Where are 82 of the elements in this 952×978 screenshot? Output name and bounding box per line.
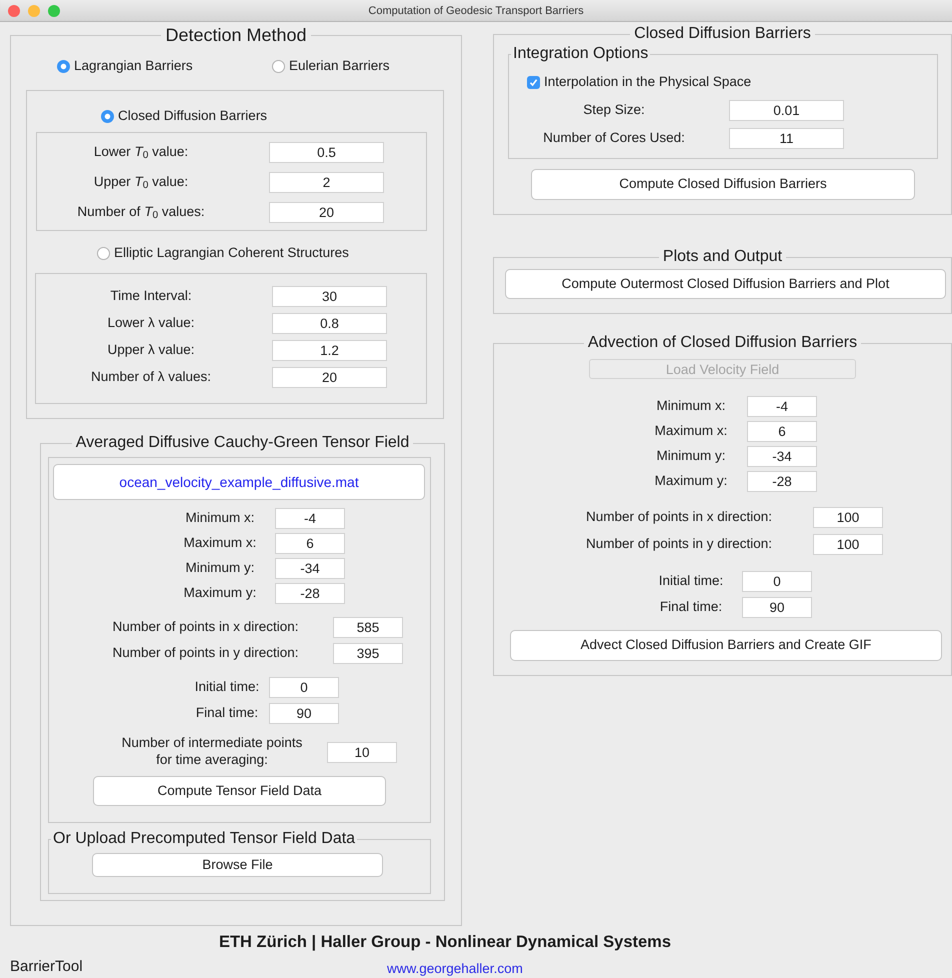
field-label: Number of T$_{0}$ values: bbox=[76, 204, 206, 220]
field-label: Final time: bbox=[658, 598, 724, 616]
value-field[interactable]: 20 bbox=[269, 202, 384, 222]
value-field[interactable]: 0.5 bbox=[269, 142, 384, 162]
value-field[interactable]: 0.8 bbox=[272, 313, 387, 334]
field-label: Minimum x: bbox=[184, 510, 256, 527]
field-label: Number of λ values: bbox=[90, 369, 212, 386]
radio-label: Eulerian Barriers bbox=[289, 57, 390, 76]
field-label: Minimum y: bbox=[184, 560, 256, 577]
value-field[interactable]: -28 bbox=[275, 583, 345, 604]
value-field[interactable]: 100 bbox=[813, 534, 883, 555]
field-label: Maximum x: bbox=[182, 535, 258, 552]
footer-credit: ETH Zürich | Haller Group - Nonlinear Dynamical Systems bbox=[218, 932, 672, 953]
value-field[interactable]: -4 bbox=[275, 508, 345, 529]
field-label: Number of intermediate points for time averaging: bbox=[120, 735, 304, 769]
radio-button[interactable] bbox=[272, 60, 285, 73]
field-label: Initial time: bbox=[194, 678, 260, 696]
value-field[interactable]: 30 bbox=[272, 286, 387, 307]
field-label: Lower T$_{0}$ value: bbox=[92, 144, 190, 160]
field-label: Number of points in y direction: bbox=[584, 536, 774, 553]
section-title: Or Upload Precomputed Tensor Field Data bbox=[52, 831, 356, 847]
field-label: Final time: bbox=[194, 704, 260, 722]
button[interactable]: Compute Closed Diffusion Barriers bbox=[531, 169, 915, 200]
zoom-icon[interactable] bbox=[48, 5, 60, 17]
value-field[interactable]: 6 bbox=[275, 533, 345, 554]
button[interactable]: Advect Closed Diffusion Barriers and Create GIF bbox=[510, 630, 942, 661]
button[interactable]: Browse File bbox=[92, 853, 383, 877]
button[interactable]: Compute Tensor Field Data bbox=[93, 776, 386, 806]
close-icon[interactable] bbox=[8, 5, 20, 17]
field-label: Number of points in x direction: bbox=[584, 509, 774, 526]
radio-button[interactable] bbox=[101, 110, 114, 122]
radio-label: Closed Diffusion Barriers bbox=[118, 106, 268, 125]
value-field[interactable]: 90 bbox=[742, 596, 812, 618]
value-field[interactable]: 585 bbox=[333, 616, 403, 638]
button[interactable]: ocean_velocity_example_diffusive.mat bbox=[53, 464, 425, 500]
value-field[interactable]: 1.2 bbox=[272, 340, 387, 361]
field-label: Time Interval: bbox=[109, 288, 193, 305]
field-label: Upper λ value: bbox=[106, 342, 196, 359]
section-title: Integration Options bbox=[512, 46, 650, 62]
value-field[interactable]: 395 bbox=[333, 642, 403, 664]
radio-button[interactable] bbox=[97, 246, 110, 260]
value-field[interactable]: 20 bbox=[272, 367, 387, 388]
field-label: Step Size: bbox=[582, 102, 646, 118]
field-label: Minimum y: bbox=[655, 448, 726, 465]
section-title: Plots and Output bbox=[662, 249, 784, 265]
minimize-icon[interactable] bbox=[28, 5, 40, 17]
value-field[interactable]: 100 bbox=[813, 507, 883, 528]
value-field[interactable]: -28 bbox=[747, 471, 817, 492]
section-title: Detection Method bbox=[164, 26, 308, 44]
section-title: Advection of Closed Diffusion Barriers bbox=[586, 335, 858, 351]
checkbox-label: Interpolation in the Physical Space bbox=[544, 72, 752, 91]
app-name: BarrierTool bbox=[10, 957, 84, 978]
field-label: Upper T$_{0}$ value: bbox=[92, 174, 190, 190]
radio-label: Elliptic Lagrangian Coherent Structures bbox=[114, 244, 349, 262]
value-field[interactable]: 11 bbox=[729, 128, 844, 148]
field-label: Number of points in x direction: bbox=[111, 618, 300, 636]
value-field[interactable]: 10 bbox=[327, 742, 397, 762]
field-label: Initial time: bbox=[658, 572, 724, 590]
field-label: Minimum x: bbox=[655, 398, 726, 415]
section-title: Closed Diffusion Barriers bbox=[633, 26, 812, 42]
button[interactable]: Compute Outermost Closed Diffusion Barriers and Plot bbox=[505, 269, 946, 299]
value-field[interactable]: -34 bbox=[275, 558, 345, 579]
value-field[interactable]: 0 bbox=[269, 676, 339, 698]
field-label: Maximum y: bbox=[654, 473, 728, 490]
field-label: Lower λ value: bbox=[106, 315, 196, 332]
field-label: Maximum y: bbox=[182, 585, 258, 602]
value-field[interactable]: -4 bbox=[747, 396, 817, 417]
value-field[interactable]: 0.01 bbox=[729, 100, 844, 120]
radio-button[interactable] bbox=[57, 60, 70, 73]
website-link[interactable]: www.georgehaller.com bbox=[387, 958, 523, 978]
value-field[interactable]: -34 bbox=[747, 446, 817, 467]
section-title: Averaged Diffusive Cauchy-Green Tensor Field bbox=[74, 435, 410, 451]
value-field[interactable]: 0 bbox=[742, 570, 812, 592]
field-label: Number of Cores Used: bbox=[542, 130, 686, 146]
radio-label: Lagrangian Barriers bbox=[74, 57, 193, 76]
field-label: Maximum x: bbox=[654, 423, 728, 440]
value-field[interactable]: 2 bbox=[269, 172, 384, 192]
value-field[interactable]: 6 bbox=[747, 421, 817, 442]
checkbox[interactable] bbox=[527, 76, 540, 88]
field-label: Number of points in y direction: bbox=[111, 644, 300, 662]
value-field[interactable]: 90 bbox=[269, 702, 339, 724]
window-title: Computation of Geodesic Transport Barriers bbox=[368, 5, 584, 17]
